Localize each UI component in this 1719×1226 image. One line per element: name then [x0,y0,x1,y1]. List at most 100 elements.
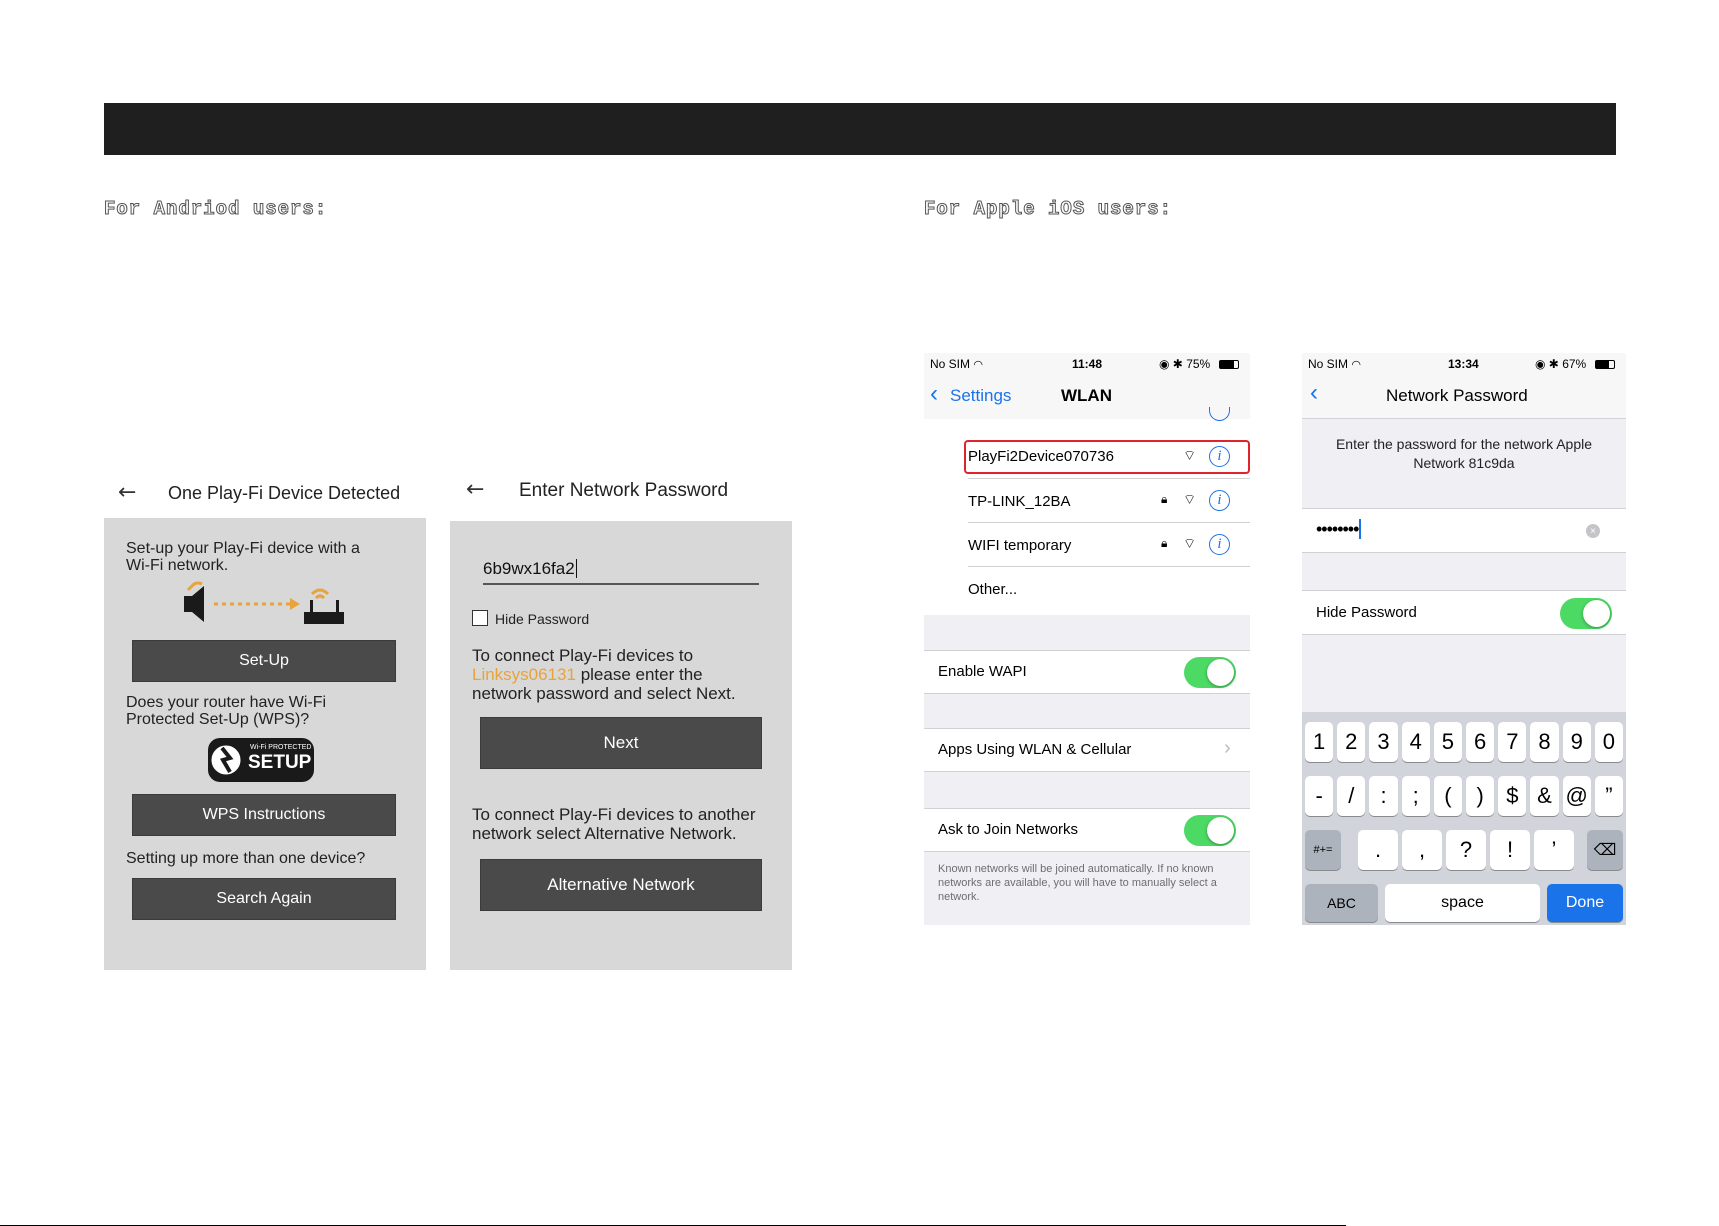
android-heading: For Andriod users: [103,198,328,221]
android-screen2-panel: 6b9wx16fa2 Hide Password To connect Play… [450,521,792,970]
key[interactable]: @ [1562,776,1591,816]
keyboard-row-bottom: ABC space Done [1305,884,1623,922]
ios-heading: For Apple iOS users: [923,198,1173,221]
status-carrier: No SIM ◠ [930,357,983,371]
key[interactable]: - [1305,776,1334,816]
wps-question: Does your router have Wi-Fi Protected Se… [126,694,327,728]
battery-icon [1595,360,1615,369]
key[interactable]: . [1358,830,1398,870]
info-icon[interactable]: i [1209,446,1230,467]
android-screen1-panel: Set-up your Play-Fi device with a Wi-Fi … [104,518,426,970]
key[interactable]: ) [1466,776,1495,816]
key[interactable]: & [1530,776,1559,816]
password-value: 6b9wx16fa2 [483,559,575,578]
key[interactable]: 8 [1530,722,1559,762]
hide-password-row: Hide Password [1302,590,1626,635]
network-list: PlayFi2Device070736 ⌔ i TP-LINK_12BA 🔒︎ … [924,407,1250,615]
hide-password-label: Hide Password [1316,604,1417,621]
ask-join-row: Ask to Join Networks [924,808,1250,852]
key[interactable]: ’ [1534,830,1574,870]
setup-description: Set-up your Play-Fi device with a Wi-Fi … [126,540,360,574]
network-password-title: Network Password [1386,386,1528,405]
key[interactable]: $ [1498,776,1527,816]
key[interactable]: 9 [1562,722,1591,762]
done-key[interactable]: Done [1547,884,1623,922]
battery-percent: 67% [1562,357,1587,371]
apps-wlan-row[interactable]: Apps Using WLAN & Cellular › [924,728,1250,772]
keyboard-row-numbers: 1 2 3 4 5 6 7 8 9 0 [1305,722,1624,762]
key[interactable]: : [1369,776,1398,816]
backspace-icon[interactable]: ⌫ [1587,830,1623,870]
other-network[interactable]: Other... [968,581,1017,598]
keyboard-row-symbols: - / : ; ( ) $ & @ ” [1305,776,1624,816]
back-settings-link[interactable]: Settings [950,386,1011,406]
speaker-to-router-icon [184,581,344,624]
key[interactable]: ; [1401,776,1430,816]
status-battery-area: ◉ ✱ 67% [1535,357,1587,371]
clear-text-icon[interactable]: × [1586,524,1600,538]
setup-button[interactable]: Set-Up [132,640,396,682]
ask-join-toggle[interactable] [1184,815,1236,846]
key[interactable]: 7 [1498,722,1527,762]
key[interactable]: 0 [1594,722,1624,762]
hide-password-checkbox[interactable] [472,610,488,626]
network-name-3[interactable]: WIFI temporary [968,537,1071,554]
enable-wapi-row: Enable WAPI [924,650,1250,694]
ask-join-label: Ask to Join Networks [938,821,1079,838]
key[interactable]: ” [1594,776,1624,816]
key[interactable]: 4 [1401,722,1430,762]
search-again-button[interactable]: Search Again [132,878,396,920]
enable-wapi-toggle[interactable] [1184,657,1236,688]
password-input[interactable]: 6b9wx16fa2 [483,559,577,579]
wlan-title: WLAN [1061,386,1112,405]
android-screen2-title: Enter Network Password [519,480,729,501]
key[interactable]: 1 [1305,722,1334,762]
status-carrier: No SIM ◠ [1308,357,1361,371]
status-time: 11:48 [1072,357,1103,371]
wps-instructions-button[interactable]: WPS Instructions [132,794,396,836]
keyboard-row-punctuation: #+= . , ? ! ’ ⌫ [1305,830,1623,870]
wifi-icon: ⌔ [1183,491,1197,507]
network-name-2[interactable]: TP-LINK_12BA [968,493,1071,510]
next-button[interactable]: Next [480,717,762,769]
key[interactable]: 5 [1433,722,1463,762]
chevron-right-icon: › [1224,737,1231,759]
multiple-devices-text: Setting up more than one device? [126,850,366,867]
key[interactable]: ( [1433,776,1463,816]
connect-text-2: please enter the [580,665,703,684]
network-name-1[interactable]: PlayFi2Device070736 [968,448,1114,465]
battery-icon [1219,360,1239,369]
battery-percent: 75% [1186,357,1211,371]
back-arrow-icon[interactable]: ← [118,480,136,505]
info-icon-partial [1209,407,1230,421]
key[interactable]: , [1402,830,1442,870]
hide-password-label: Hide Password [495,611,590,627]
key[interactable]: ? [1446,830,1486,870]
back-arrow-icon[interactable]: ← [466,477,484,502]
chevron-left-icon[interactable]: ‹ [930,382,938,406]
info-icon[interactable]: i [1209,490,1230,511]
abc-key[interactable]: ABC [1305,884,1378,922]
wps-setup-logo: Wi-Fi PROTECTED SETUP [208,738,314,782]
key[interactable]: ! [1490,830,1530,870]
alternative-network-text: To connect Play-Fi devices to another ne… [472,805,756,843]
key[interactable]: 3 [1369,722,1398,762]
hide-password-toggle[interactable] [1560,598,1612,629]
join-footer-note: Known networks will be joined automatica… [938,863,1217,903]
status-time: 13:34 [1448,357,1479,371]
symbols-toggle-key[interactable]: #+= [1305,830,1341,870]
key[interactable]: 2 [1337,722,1366,762]
connect-text-1: To connect Play-Fi devices to [472,646,694,665]
key[interactable]: / [1337,776,1366,816]
key[interactable]: 6 [1466,722,1495,762]
enable-wapi-label: Enable WAPI [938,663,1027,680]
password-field[interactable]: •••••••• × [1302,508,1626,553]
wps-logo-small-text: Wi-Fi PROTECTED [250,744,312,751]
info-icon[interactable]: i [1209,534,1230,555]
alternative-network-button[interactable]: Alternative Network [480,859,762,911]
wps-power-icon [208,742,244,778]
ios-wlan-screen: No SIM ◠ 11:48 ◉ ✱ 75% ‹ Settings WLAN P… [924,353,1250,925]
chevron-left-icon[interactable]: ‹ [1310,381,1318,405]
separator [968,522,1250,523]
space-key[interactable]: space [1385,884,1540,922]
